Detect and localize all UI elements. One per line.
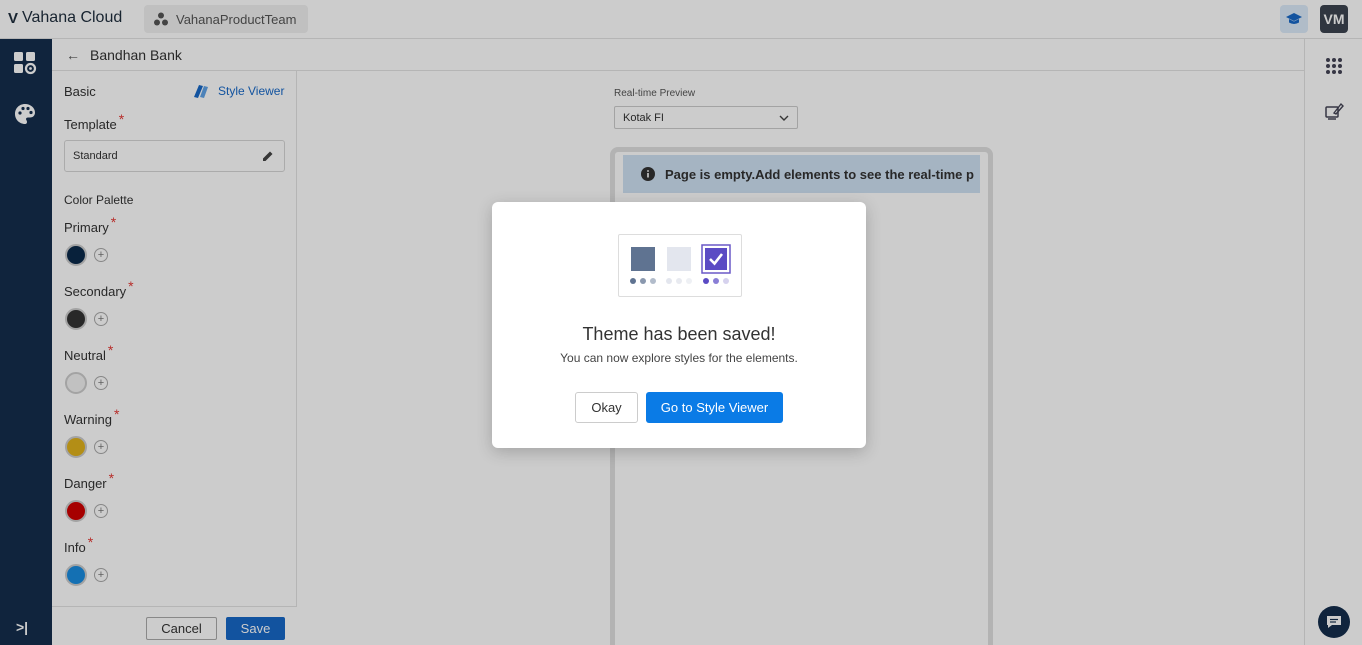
theme-saved-modal: Theme has been saved! You can now explor… [492, 202, 866, 448]
modal-subtitle: You can now explore styles for the eleme… [560, 351, 798, 365]
theme-swatches-illustration [618, 234, 742, 297]
modal-title: Theme has been saved! [582, 324, 776, 344]
okay-button[interactable]: Okay [575, 392, 638, 423]
go-to-style-viewer-button[interactable]: Go to Style Viewer [646, 392, 783, 423]
